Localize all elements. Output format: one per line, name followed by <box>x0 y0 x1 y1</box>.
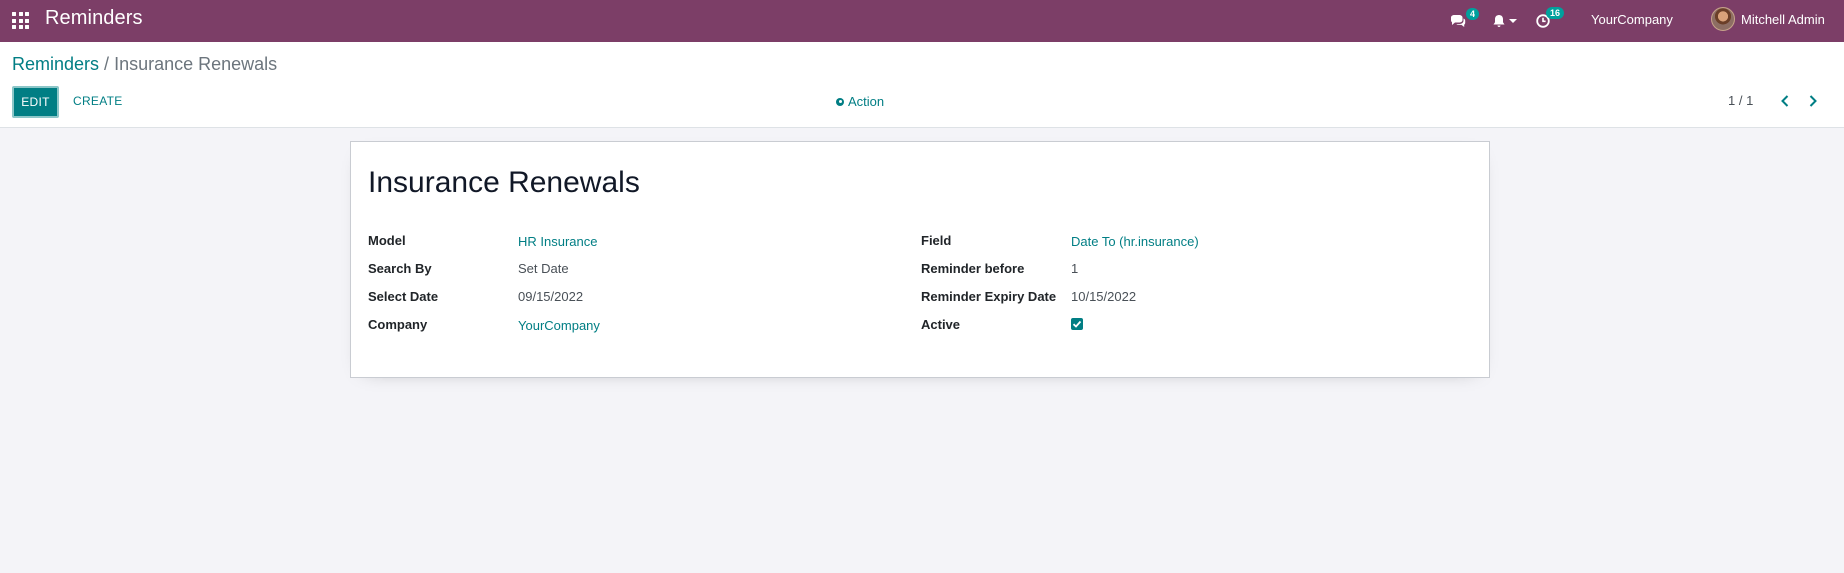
search-by-label: Search By <box>368 261 432 276</box>
bell-icon <box>1493 15 1505 27</box>
model-label: Model <box>368 233 406 248</box>
select-date-label: Select Date <box>368 289 439 304</box>
active-checkbox <box>1071 318 1083 330</box>
company-switcher[interactable]: YourCompany <box>1591 12 1673 27</box>
select-date-value: 09/15/2022 <box>518 289 584 304</box>
field-label: Field <box>921 233 952 248</box>
breadcrumb-current: Insurance Renewals <box>114 54 278 74</box>
model-value-link[interactable]: HR Insurance <box>518 234 597 249</box>
company-label: Company <box>368 317 428 332</box>
form-sheet: Insurance Renewals Model HR Insurance Se… <box>350 141 1490 378</box>
top-navbar: Reminders 4 16 YourCompany Mitchell Admi… <box>0 0 1844 42</box>
activities-menu[interactable]: 16 <box>1536 0 1566 42</box>
company-value-link[interactable]: YourCompany <box>518 318 600 333</box>
messages-count-badge: 4 <box>1466 8 1480 20</box>
action-menu-button[interactable]: Action <box>836 94 884 109</box>
user-avatar[interactable] <box>1711 7 1735 31</box>
search-by-value: Set Date <box>518 261 569 276</box>
create-button[interactable]: CREATE <box>73 94 123 108</box>
user-menu[interactable]: Mitchell Admin <box>1741 12 1825 27</box>
messages-menu[interactable]: 4 <box>1450 0 1480 42</box>
record-title: Insurance Renewals <box>368 166 640 199</box>
field-value-link[interactable]: Date To (hr.insurance) <box>1071 234 1199 249</box>
chat-bubbles-icon <box>1451 15 1466 27</box>
pager-next-button[interactable] <box>1806 93 1820 109</box>
breadcrumb-separator: / <box>104 54 110 74</box>
chevron-right-icon <box>1809 95 1817 107</box>
reminder-expiry-date-value: 10/15/2022 <box>1071 289 1137 304</box>
control-panel: Reminders / Insurance Renewals EDIT CREA… <box>0 42 1844 128</box>
app-name[interactable]: Reminders <box>45 7 143 30</box>
active-label: Active <box>921 317 961 332</box>
action-menu-label: Action <box>848 94 885 109</box>
reminder-expiry-date-label: Reminder Expiry Date <box>921 289 1057 304</box>
breadcrumb: Reminders / Insurance Renewals <box>12 54 277 75</box>
edit-button[interactable]: EDIT <box>12 86 59 118</box>
chevron-down-icon <box>1509 19 1517 23</box>
gear-icon <box>836 97 844 106</box>
pager-value[interactable]: 1 / 1 <box>1728 93 1753 108</box>
chevron-left-icon <box>1781 95 1789 107</box>
pager-previous-button[interactable] <box>1778 93 1792 109</box>
apps-grid-icon[interactable] <box>12 12 29 29</box>
reminder-before-value: 1 <box>1071 261 1079 276</box>
checkmark-icon <box>1072 320 1082 328</box>
breadcrumb-parent-link[interactable]: Reminders <box>12 54 99 74</box>
reminder-before-label: Reminder before <box>921 261 1025 276</box>
activities-count-badge: 16 <box>1546 7 1565 19</box>
notifications-menu[interactable] <box>1492 0 1522 42</box>
